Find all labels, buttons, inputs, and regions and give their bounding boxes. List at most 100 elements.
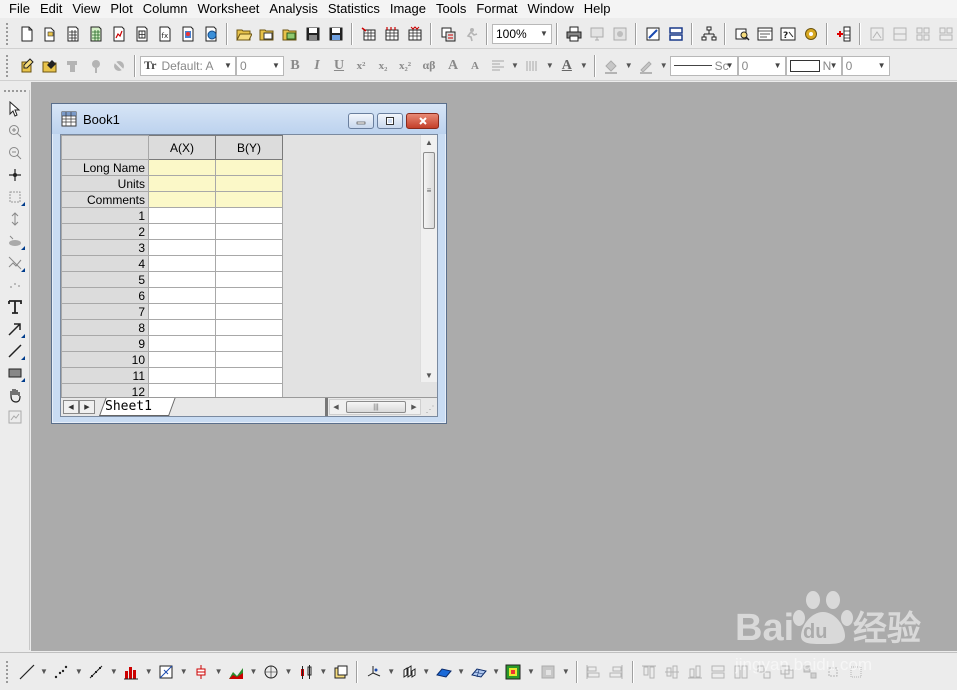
row-header[interactable]: 7 [61, 303, 149, 320]
row-header[interactable]: 1 [61, 207, 149, 224]
label-cell[interactable] [148, 175, 216, 192]
scroll-up-icon[interactable]: ▲ [421, 135, 437, 149]
minimize-button[interactable] [348, 113, 374, 129]
hand-tool-icon[interactable] [2, 384, 28, 406]
new-notes-icon[interactable] [199, 23, 222, 45]
bold-button[interactable]: B [284, 55, 306, 77]
add-column-icon[interactable] [832, 23, 855, 45]
chevron-down-icon[interactable]: ▼ [284, 667, 292, 676]
data-cell[interactable] [148, 319, 216, 336]
label-row-header[interactable]: Units [61, 175, 149, 192]
command-window-icon[interactable] [753, 23, 776, 45]
scroll-left-icon[interactable]: ◀ [330, 400, 342, 414]
arrow-tool-icon[interactable] [2, 318, 28, 340]
boxplot-icon[interactable] [190, 661, 213, 683]
ungroup-icon[interactable] [799, 661, 822, 683]
chevron-down-icon[interactable]: ▼ [546, 61, 554, 70]
fill-color-icon[interactable] [600, 55, 623, 77]
chevron-down-icon[interactable]: ▼ [562, 667, 570, 676]
new-layout-icon[interactable] [176, 23, 199, 45]
label-row-header[interactable]: Long Name [61, 159, 149, 176]
chevron-down-icon[interactable]: ▼ [250, 667, 258, 676]
annotation-tool-icon[interactable] [2, 406, 28, 428]
chevron-down-icon[interactable]: ▼ [625, 61, 633, 70]
open-template-icon[interactable] [255, 23, 278, 45]
data-cell[interactable] [148, 367, 216, 384]
close-button[interactable] [406, 113, 439, 129]
chevron-down-icon[interactable]: ▼ [145, 667, 153, 676]
edit-mode-icon[interactable] [15, 55, 38, 77]
data-cell[interactable] [148, 287, 216, 304]
open-excel-icon[interactable] [278, 23, 301, 45]
grid-corner[interactable] [61, 135, 149, 160]
copy-page-icon[interactable] [585, 23, 608, 45]
data-cell[interactable] [148, 335, 216, 352]
previous-sheet-icon[interactable]: ◀ [63, 400, 79, 414]
label-cell[interactable] [215, 159, 283, 176]
subscript-button[interactable]: x₂ [372, 55, 394, 77]
text-tool-icon[interactable] [2, 296, 28, 318]
menu-statistics[interactable]: Statistics [323, 0, 385, 18]
pattern-width-select[interactable]: 0 ▼ [841, 55, 890, 76]
area-plot-icon[interactable] [225, 661, 248, 683]
menu-edit[interactable]: Edit [35, 0, 67, 18]
chevron-down-icon[interactable]: ▼ [492, 667, 500, 676]
scroll-thumb[interactable]: ≡ [423, 152, 435, 229]
data-cell[interactable] [148, 351, 216, 368]
import-single-ascii-icon[interactable] [357, 23, 380, 45]
line-tool-icon[interactable] [2, 340, 28, 362]
column-header[interactable]: B(Y) [215, 135, 283, 160]
text-spacing-icon[interactable] [521, 55, 544, 77]
open-icon[interactable] [232, 23, 255, 45]
zoom-out-tool-icon[interactable] [2, 142, 28, 164]
menu-tools[interactable]: Tools [431, 0, 471, 18]
line-color-icon[interactable] [635, 55, 658, 77]
same-height-icon[interactable] [730, 661, 753, 683]
align-left-icon[interactable] [486, 55, 509, 77]
data-cell[interactable] [215, 223, 283, 240]
row-header[interactable]: 8 [61, 319, 149, 336]
data-cell[interactable] [215, 351, 283, 368]
find-icon[interactable] [730, 23, 753, 45]
chevron-down-icon[interactable]: ▼ [511, 61, 519, 70]
toolbar-grip[interactable] [6, 660, 12, 683]
zoom-select[interactable]: 100% ▼ [492, 23, 552, 44]
export-icon[interactable] [608, 23, 631, 45]
increase-font-button[interactable]: A [442, 55, 464, 77]
font-select[interactable]: Tr Default: A ▼ [140, 55, 236, 76]
region-selector-tool-icon[interactable] [2, 230, 28, 252]
data-cell[interactable] [148, 303, 216, 320]
tab-split-handle[interactable] [325, 398, 328, 416]
menu-analysis[interactable]: Analysis [264, 0, 322, 18]
save-icon[interactable] [301, 23, 324, 45]
restore-button[interactable] [377, 113, 403, 129]
chevron-down-icon[interactable]: ▼ [319, 667, 327, 676]
menu-column[interactable]: Column [138, 0, 193, 18]
fill-pattern-select[interactable]: N ▼ [785, 55, 842, 76]
data-cell[interactable] [215, 287, 283, 304]
screen-reader-icon[interactable] [107, 55, 130, 77]
menu-plot[interactable]: Plot [105, 0, 137, 18]
extract-layers-icon[interactable] [934, 23, 957, 45]
pin-icon[interactable] [84, 55, 107, 77]
line-symbol-plot-icon[interactable] [85, 661, 108, 683]
same-width-icon[interactable] [707, 661, 730, 683]
stock-plot-icon[interactable] [294, 661, 317, 683]
draw-data-tool-icon[interactable] [2, 274, 28, 296]
menu-window[interactable]: Window [523, 0, 579, 18]
merge-graph-icon[interactable] [888, 23, 911, 45]
new-workbook-icon[interactable] [61, 23, 84, 45]
menu-view[interactable]: View [67, 0, 105, 18]
data-cell[interactable] [148, 255, 216, 272]
superscript-button[interactable]: x² [350, 55, 372, 77]
label-row-header[interactable]: Comments [61, 191, 149, 208]
print-icon[interactable] [562, 23, 585, 45]
back-icon[interactable] [845, 661, 868, 683]
chevron-down-icon[interactable]: ▼ [110, 667, 118, 676]
scroll-thumb[interactable]: ||| [346, 401, 406, 413]
line-plot-icon[interactable] [15, 661, 38, 683]
data-reader-tool-icon[interactable] [2, 186, 28, 208]
code-builder-icon[interactable] [641, 23, 664, 45]
3d-bar-icon[interactable] [397, 661, 420, 683]
row-header[interactable]: 2 [61, 223, 149, 240]
